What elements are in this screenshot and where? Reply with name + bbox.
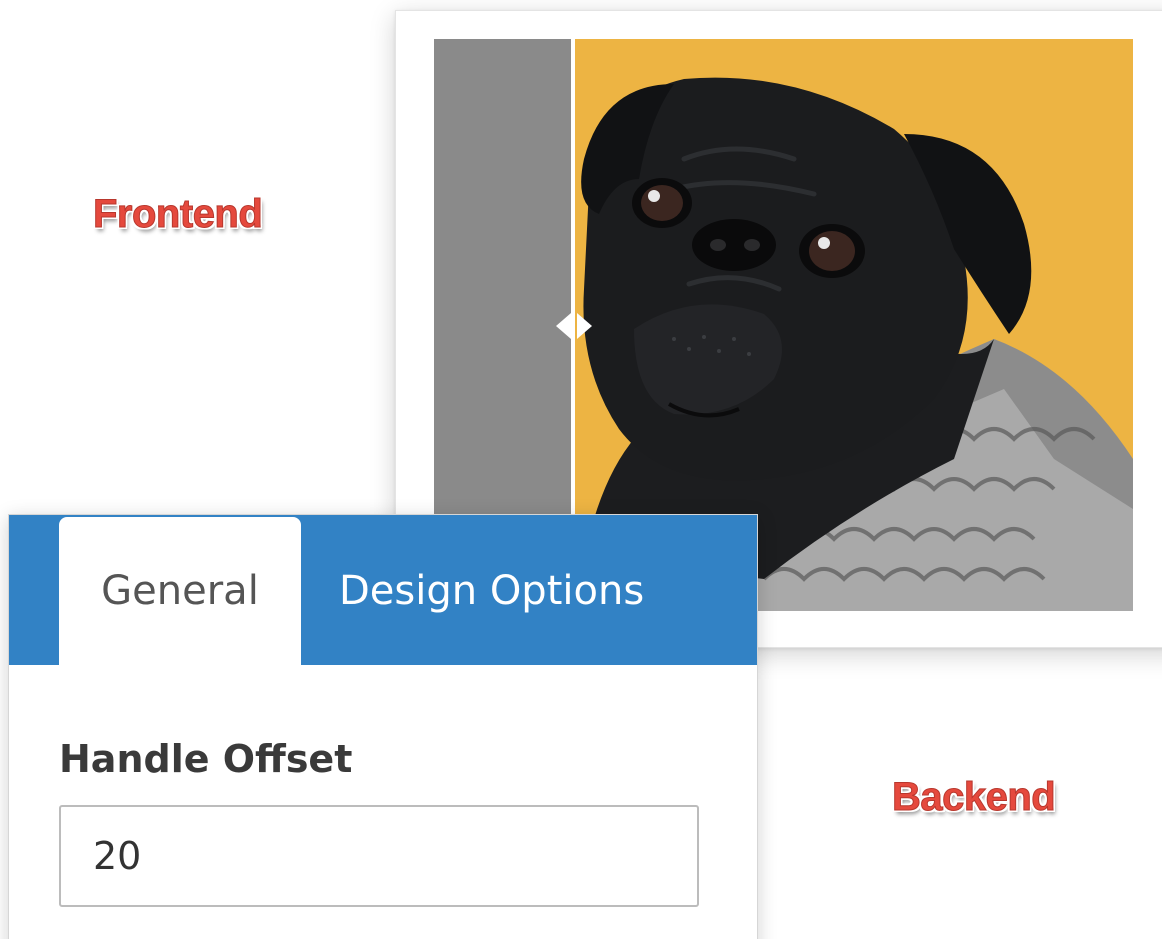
backend-settings-panel: General Design Options Handle Offset — [8, 514, 758, 939]
screenshot-canvas: Frontend General Design Options Handle O… — [0, 0, 1162, 939]
left-right-arrows-icon[interactable] — [546, 311, 602, 341]
handle-offset-input[interactable] — [59, 805, 699, 907]
tab-general[interactable]: General — [59, 517, 301, 665]
handle-offset-label: Handle Offset — [59, 737, 353, 781]
tab-bar: General Design Options — [9, 515, 757, 665]
backend-annotation: Backend — [891, 775, 1056, 820]
frontend-annotation: Frontend — [92, 192, 263, 237]
tab-design-options[interactable]: Design Options — [339, 517, 679, 665]
